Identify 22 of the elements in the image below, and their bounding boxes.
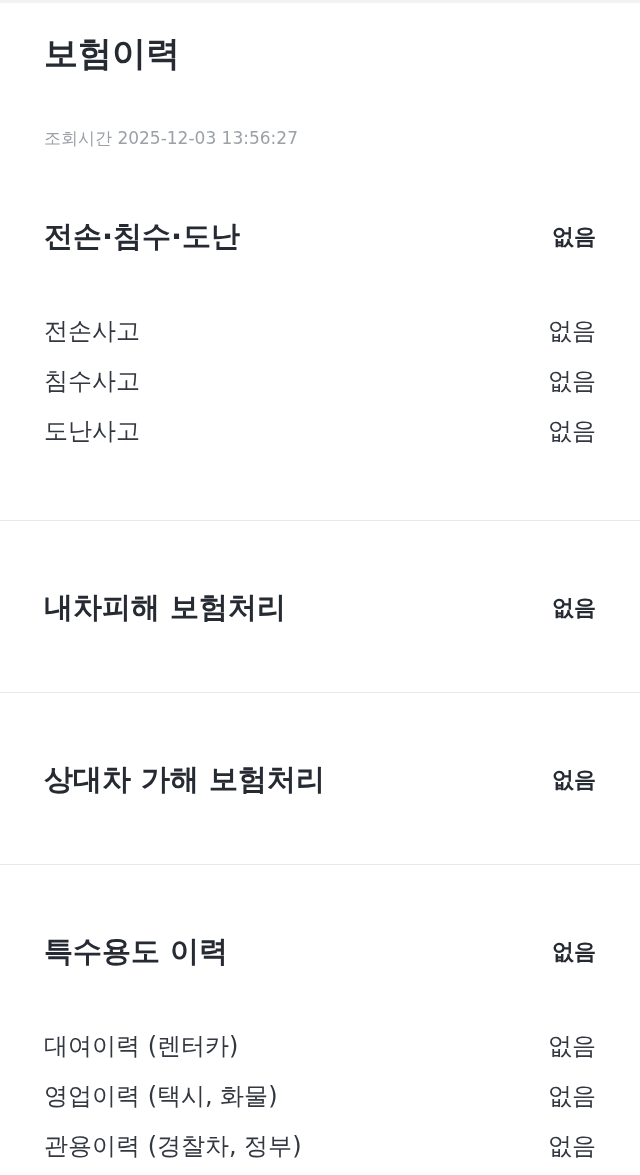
- section-status: 없음: [552, 938, 596, 966]
- row-value: 없음: [548, 1131, 596, 1162]
- section-heading: 전손·침수·도난: [44, 218, 241, 255]
- section-status: 없음: [552, 766, 596, 794]
- query-time: 조회시간 2025-12-03 13:56:27: [44, 127, 299, 150]
- row-value: 없음: [548, 366, 596, 397]
- row-label: 대여이력 (렌터카): [44, 1031, 239, 1062]
- section-status: 없음: [552, 223, 596, 251]
- section-heading: 내차피해 보험처리: [44, 589, 287, 626]
- row-value: 없음: [548, 1031, 596, 1062]
- row-label: 관용이력 (경찰차, 정부): [44, 1131, 302, 1162]
- row-label: 침수사고: [44, 366, 140, 397]
- row-value: 없음: [548, 1081, 596, 1112]
- row-value: 없음: [548, 416, 596, 447]
- row-label: 영업이력 (택시, 화물): [44, 1081, 278, 1112]
- section-heading: 상대차 가해 보험처리: [44, 761, 326, 798]
- section-heading: 특수용도 이력: [44, 933, 229, 970]
- row-value: 없음: [548, 316, 596, 347]
- row-label: 도난사고: [44, 416, 140, 447]
- section-status: 없음: [552, 594, 596, 622]
- page-title: 보험이력: [44, 32, 181, 75]
- row-label: 전손사고: [44, 316, 140, 347]
